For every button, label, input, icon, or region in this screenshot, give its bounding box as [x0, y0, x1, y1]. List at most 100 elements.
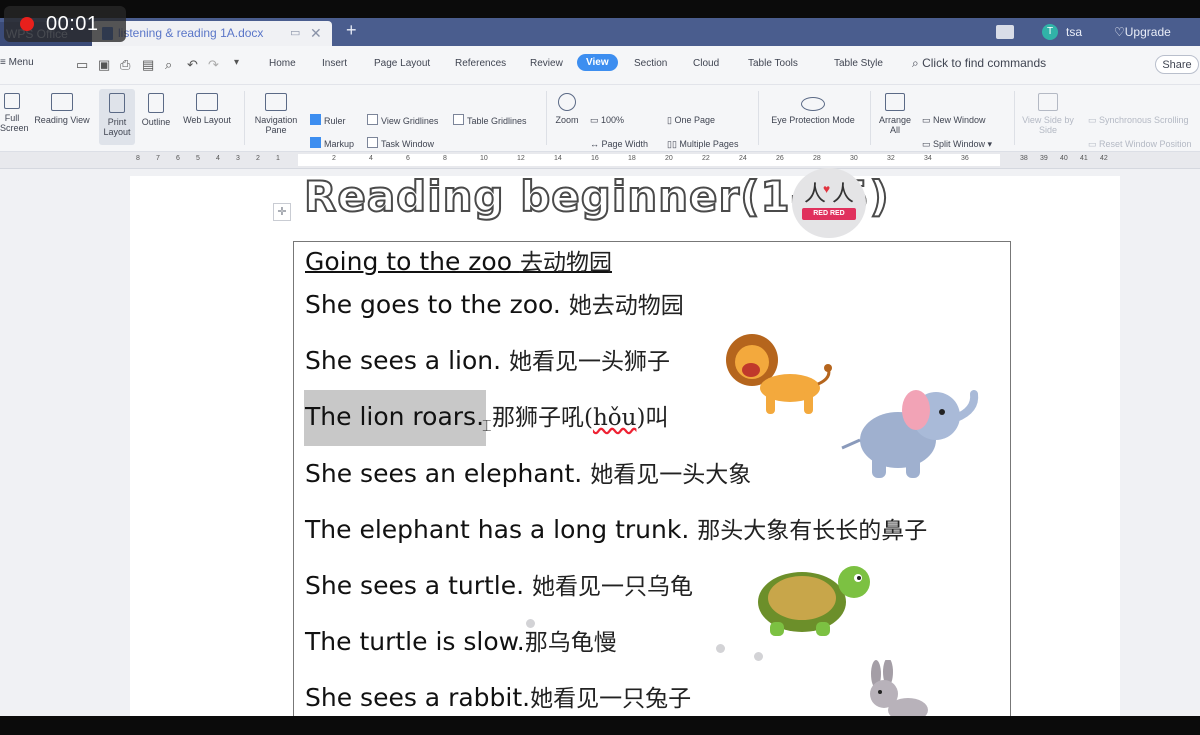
ruler-number: 26 — [776, 155, 784, 162]
menu-references[interactable]: References — [455, 58, 506, 69]
find-icon[interactable]: ⌕ — [165, 57, 172, 73]
eye-protection-button[interactable]: Eye Protection Mode — [764, 93, 862, 125]
new-window-label: New Window — [933, 115, 986, 125]
decorative-dot — [716, 644, 725, 653]
eye-icon — [801, 97, 825, 111]
task-window-checkbox[interactable]: Task Window — [367, 137, 434, 149]
menu-page-layout[interactable]: Page Layout — [374, 58, 430, 69]
menu-table-style[interactable]: Table Style — [834, 58, 883, 69]
ruler-number: 24 — [739, 155, 747, 162]
tab-document[interactable]: listening & reading 1A.docx ▭ ✕ — [92, 21, 332, 46]
web-layout-label: Web Layout — [183, 115, 231, 125]
share-button[interactable]: Share — [1155, 55, 1199, 74]
checkbox-checked-icon — [310, 137, 321, 148]
markup-label: Markup — [324, 139, 355, 149]
recording-time: 00:01 — [46, 13, 99, 35]
table-gridlines-checkbox[interactable]: Table Gridlines — [453, 114, 527, 126]
ruler-number: 18 — [628, 155, 636, 162]
turtle-illustration — [758, 566, 870, 636]
navigation-pane-button[interactable]: Navigation Pane — [248, 93, 304, 135]
command-search[interactable]: ⌕ Click to find commands — [912, 56, 1046, 71]
ruler-number: 32 — [887, 155, 895, 162]
ruler-number: 1 — [276, 155, 280, 162]
horizontal-ruler[interactable]: 8 7 6 5 4 3 2 1 2 4 6 8 10 12 14 16 18 2… — [0, 152, 1200, 169]
checkbox-icon — [453, 114, 464, 125]
sentence-line[interactable]: She sees a turtle. 她看见一只乌龟 — [305, 567, 693, 601]
navigation-pane-label: Navigation Pane — [254, 115, 298, 135]
zoom-100-button[interactable]: ▭ 100% — [590, 115, 624, 126]
avatar[interactable]: T — [1042, 24, 1058, 40]
arrange-all-button[interactable]: Arrange All — [874, 93, 916, 135]
ruler-number: 5 — [196, 155, 200, 162]
sentence-line[interactable]: The turtle is slow.那乌龟慢 — [305, 623, 617, 657]
menu-review[interactable]: Review — [530, 58, 563, 69]
undo-icon[interactable]: ↶ — [187, 57, 198, 73]
save-icon[interactable]: ▣ — [98, 57, 110, 73]
one-page-button[interactable]: ▯ One Page — [667, 115, 715, 126]
sentence-line[interactable]: She sees an elephant. 她看见一头大象 — [305, 455, 751, 489]
menu-insert[interactable]: Insert — [322, 58, 347, 69]
sentence-line[interactable]: She sees a lion. 她看见一头狮子 — [305, 342, 670, 376]
redo-icon[interactable]: ↷ — [208, 57, 219, 73]
sentence-line[interactable]: She sees a rabbit.她看见一只兔子 — [305, 679, 691, 713]
sentence-english: She sees a turtle. — [305, 571, 533, 600]
table-move-handle-icon[interactable]: ✛ — [273, 203, 291, 221]
title-bar: WPS Office listening & reading 1A.docx ▭… — [0, 18, 1200, 46]
zoom-icon — [558, 93, 576, 111]
menu-home[interactable]: Home — [269, 58, 296, 69]
page-width-button[interactable]: ↔ Page Width — [590, 139, 648, 149]
full-screen-label: Full Screen — [0, 113, 29, 133]
print-preview-icon[interactable]: ⎙ — [120, 57, 130, 73]
subtitle-english: Going to the zoo — [305, 247, 520, 276]
view-side-by-side-button[interactable]: View Side by Side — [1020, 93, 1076, 135]
new-tab-button[interactable]: + — [346, 20, 357, 41]
ruler-number: 41 — [1080, 155, 1088, 162]
menu-cloud[interactable]: Cloud — [693, 58, 719, 69]
web-icon — [196, 93, 218, 111]
sentence-line[interactable]: She goes to the zoo. 她去动物园 — [305, 286, 684, 320]
divider — [758, 91, 759, 145]
ruler-checkbox[interactable]: Ruler — [310, 114, 346, 126]
window-layout-icon[interactable] — [996, 25, 1014, 39]
view-side-by-side-label: View Side by Side — [1022, 115, 1074, 135]
sentence-line[interactable]: The elephant has a long trunk. 那头大象有长长的鼻… — [305, 511, 927, 545]
side-by-side-icon — [1038, 93, 1058, 111]
sync-scroll-button[interactable]: ▭ Synchronous Scrolling — [1088, 115, 1189, 126]
reset-window-button[interactable]: ▭ Reset Window Position — [1088, 139, 1192, 150]
web-layout-button[interactable]: Web Layout — [178, 93, 236, 125]
divider — [546, 91, 547, 145]
outline-button[interactable]: Outline — [138, 93, 174, 127]
ruler-number: 8 — [443, 155, 447, 162]
sentence-english: The lion roars. — [305, 402, 492, 431]
ruler-number: 12 — [517, 155, 525, 162]
new-window-button[interactable]: ▭ New Window — [922, 115, 986, 126]
menu-table-tools[interactable]: Table Tools — [748, 58, 798, 69]
close-tab-icon[interactable]: ✕ — [310, 21, 322, 46]
sync-scroll-label: Synchronous Scrolling — [1099, 115, 1189, 125]
markup-checkbox[interactable]: Markup — [310, 137, 354, 149]
command-search-label: Click to find commands — [922, 56, 1047, 70]
open-folder-icon[interactable]: ▭ — [76, 57, 88, 73]
view-gridlines-checkbox[interactable]: View Gridlines — [367, 114, 438, 126]
upgrade-button[interactable]: ♡Upgrade — [1114, 18, 1171, 46]
page-icon — [109, 93, 125, 113]
ruler-number: 2 — [332, 155, 336, 162]
menu-view[interactable]: View — [577, 54, 618, 71]
menu-section[interactable]: Section — [634, 58, 667, 69]
reading-view-button[interactable]: Reading View — [30, 93, 94, 125]
customize-chevron-icon[interactable]: ▾ — [234, 57, 239, 68]
full-screen-button[interactable]: Full Screen — [0, 93, 29, 133]
menu-label: Menu — [8, 57, 34, 68]
split-window-label: Split Window — [933, 139, 986, 149]
ruler-number: 22 — [702, 155, 710, 162]
print-layout-button[interactable]: Print Layout — [99, 89, 135, 145]
ruler-number: 8 — [136, 155, 140, 162]
checkbox-icon — [367, 114, 378, 125]
tab-pin-icon[interactable]: ▭ — [290, 21, 300, 46]
zoom-button[interactable]: Zoom — [552, 93, 582, 125]
sentence-english: She sees a lion. — [305, 346, 509, 375]
menu-button[interactable]: ≡ Menu — [0, 57, 34, 68]
print-icon[interactable]: ▤ — [142, 57, 154, 73]
split-window-button[interactable]: ▭ Split Window ▾ — [922, 139, 992, 150]
multiple-pages-button[interactable]: ▯▯ Multiple Pages — [667, 139, 738, 150]
